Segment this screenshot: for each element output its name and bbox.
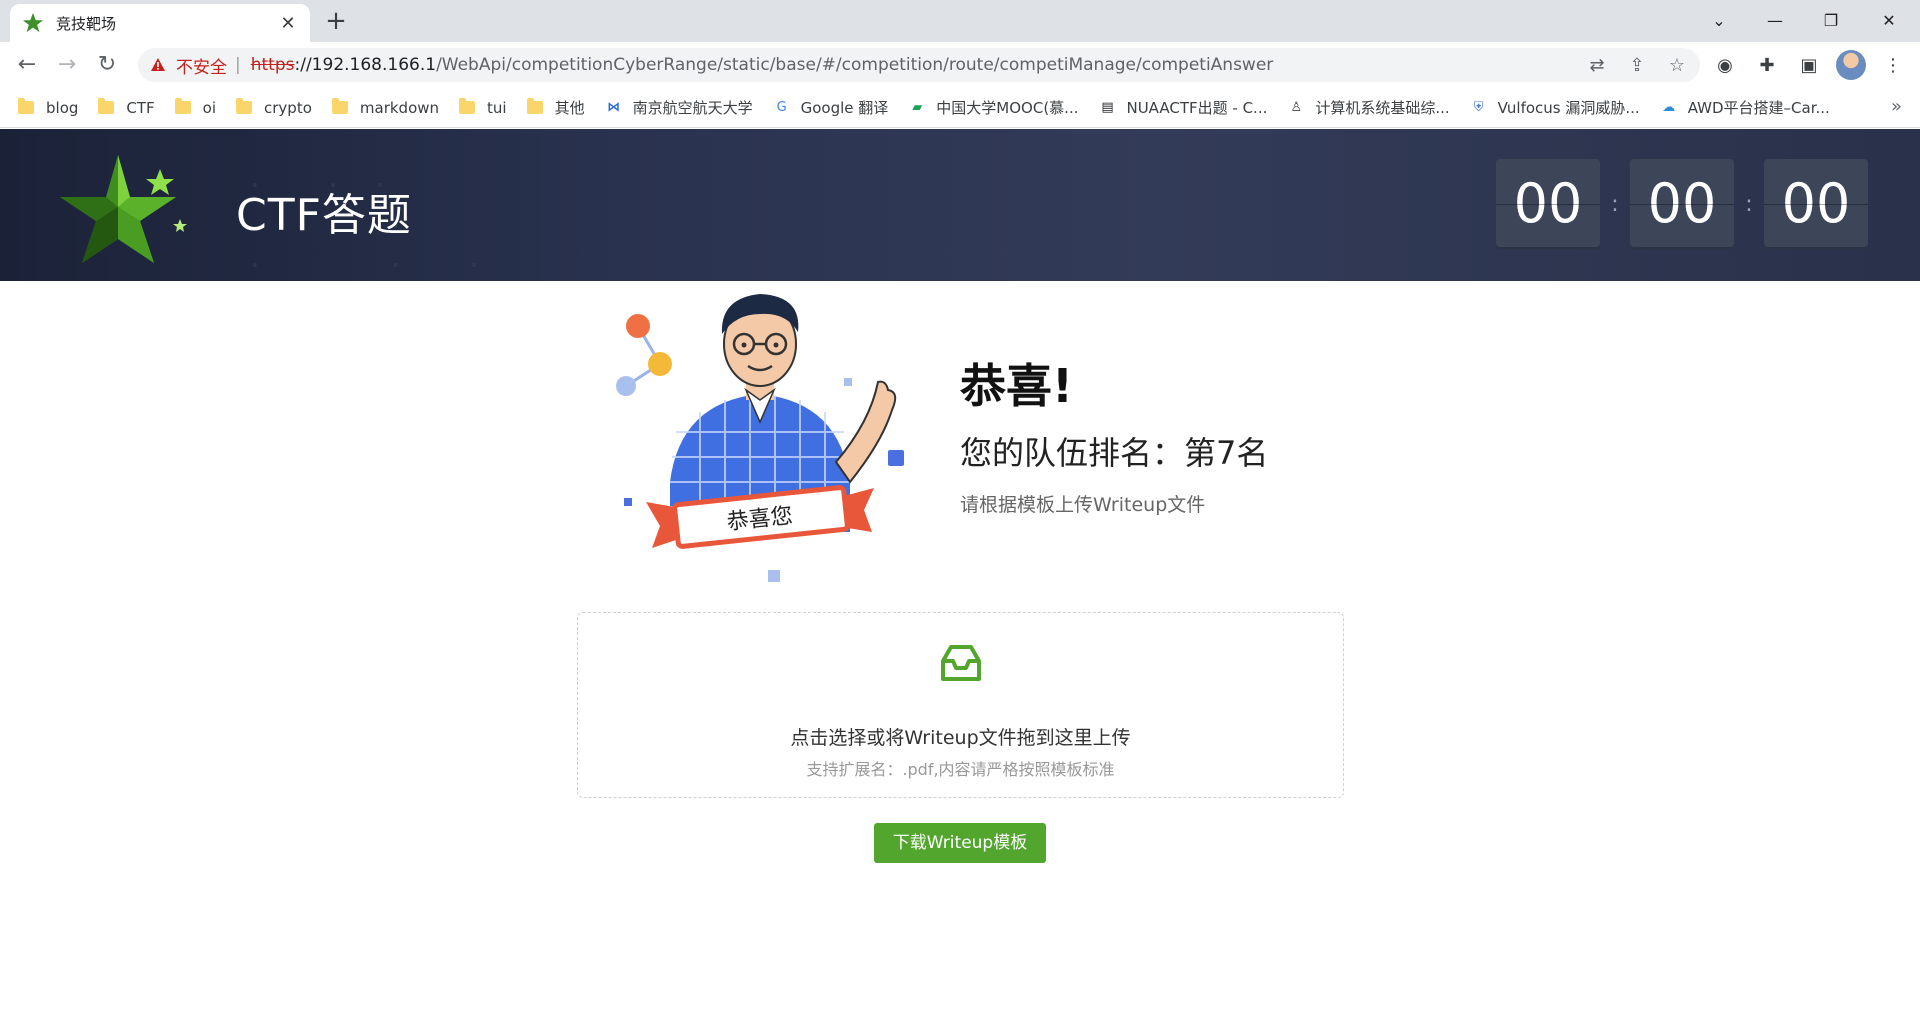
shield-icon: ⛨ bbox=[1473, 100, 1484, 115]
bookmarks-overflow-icon[interactable]: » bbox=[1891, 96, 1902, 117]
restore-icon[interactable]: ❐ bbox=[1808, 6, 1854, 36]
folder-icon bbox=[236, 98, 253, 114]
bookmark-mooc[interactable]: ▰ 中国大学MOOC(慕... bbox=[908, 97, 1078, 118]
person-icon: ♙ bbox=[1290, 100, 1303, 115]
bookmark-tui[interactable]: tui bbox=[459, 98, 507, 117]
congrats-illustration: 恭喜您 bbox=[616, 294, 904, 582]
reload-icon[interactable]: ↻ bbox=[92, 50, 122, 80]
star-favicon-icon bbox=[22, 12, 44, 33]
upload-instruction: 点击选择或将Writeup文件拖到这里上传 bbox=[790, 727, 1131, 749]
bookmark-nuaactf[interactable]: ▤ NUAACTF出题 - C... bbox=[1098, 97, 1267, 118]
address-bar[interactable]: 不安全 | https://192.168.166.1/WebApi/compe… bbox=[138, 48, 1700, 82]
folder-icon bbox=[18, 98, 34, 114]
bookmark-google-translate[interactable]: G Google 翻译 bbox=[773, 97, 889, 118]
new-tab-button[interactable]: + bbox=[322, 8, 350, 36]
menu-icon[interactable]: ⋮ bbox=[1878, 50, 1908, 80]
translate-icon: G bbox=[776, 100, 787, 115]
congrats-heading: 恭喜! bbox=[960, 359, 1073, 413]
mooc-icon: ▰ bbox=[912, 100, 923, 115]
folder-icon bbox=[98, 98, 115, 114]
back-icon[interactable]: ← bbox=[12, 50, 42, 80]
nuaa-icon: ⋈ bbox=[607, 100, 621, 115]
team-rank: 您的队伍排名：第7名 bbox=[960, 434, 1269, 472]
upload-extension-note: 支持扩展名：.pdf,内容请严格按照模板标准 bbox=[806, 760, 1115, 779]
star-logo-icon bbox=[60, 155, 187, 263]
folder-icon bbox=[526, 98, 543, 114]
cloud-icon: ☁ bbox=[1662, 100, 1676, 115]
translate-icon[interactable]: ⇄ bbox=[1584, 52, 1610, 78]
bookmarks-bar: blog CTF oi crypto markdown tui 其他 ⋈ 南京航空… bbox=[0, 88, 1920, 128]
minimize-icon[interactable]: — bbox=[1752, 6, 1798, 36]
page-title: CTF答题 bbox=[236, 190, 412, 241]
url-separator: | bbox=[235, 55, 241, 75]
bookmark-vulfocus[interactable]: ⛨ Vulfocus 漏洞威胁... bbox=[1470, 97, 1640, 118]
bookmark-other[interactable]: 其他 bbox=[526, 97, 585, 118]
browser-toolbar: ← → ↻ 不安全 | https://192.168.166.1/WebApi… bbox=[0, 42, 1920, 88]
close-tab-icon[interactable]: ✕ bbox=[278, 13, 298, 34]
timer-hours: 00 bbox=[1496, 159, 1600, 249]
profile-avatar[interactable] bbox=[1836, 50, 1866, 80]
document-icon: ▤ bbox=[1101, 100, 1114, 115]
url-path: /WebApi/competitionCyberRange/static/bas… bbox=[436, 55, 1274, 75]
security-label[interactable]: 不安全 bbox=[176, 53, 227, 78]
bookmark-star-icon[interactable]: ☆ bbox=[1664, 52, 1690, 78]
forward-icon[interactable]: → bbox=[52, 50, 82, 80]
folder-icon bbox=[331, 98, 348, 114]
timer-seconds: 00 bbox=[1764, 159, 1868, 249]
url-host: ://192.168.166.1 bbox=[294, 55, 437, 75]
folder-icon bbox=[174, 98, 191, 114]
inbox-icon bbox=[941, 645, 981, 681]
tab-strip: 竞技靶场 ✕ + ⌄ — ❐ ✕ bbox=[0, 0, 1920, 42]
timer-colon: : bbox=[1611, 191, 1619, 217]
side-panel-icon[interactable]: ▣ bbox=[1794, 50, 1824, 80]
tab-search-icon[interactable]: ⌄ bbox=[1696, 6, 1742, 36]
timer-minutes: 00 bbox=[1630, 159, 1734, 249]
bookmark-markdown[interactable]: markdown bbox=[331, 98, 439, 117]
page-header: . . . . . . . . CTF答题 00 : 00 : 00 bbox=[0, 129, 1920, 281]
extension-circle-icon[interactable]: ◉ bbox=[1710, 50, 1740, 80]
bookmark-crypto[interactable]: crypto bbox=[236, 98, 312, 117]
download-template-button[interactable]: 下载Writeup模板 bbox=[874, 823, 1046, 863]
url-scheme: https bbox=[250, 55, 295, 75]
close-window-icon[interactable]: ✕ bbox=[1866, 6, 1912, 36]
bookmark-oi[interactable]: oi bbox=[174, 98, 216, 117]
tab-title: 竞技靶场 bbox=[56, 14, 117, 33]
countdown-timer: 00 : 00 : 00 bbox=[1496, 159, 1868, 249]
bookmark-ctf[interactable]: CTF bbox=[98, 98, 155, 117]
upload-hint: 请根据模板上传Writeup文件 bbox=[960, 494, 1206, 516]
bookmark-awd[interactable]: ☁ AWD平台搭建–Car... bbox=[1660, 97, 1830, 118]
timer-colon: : bbox=[1745, 191, 1753, 217]
warning-icon bbox=[151, 58, 165, 71]
writeup-upload-dropzone[interactable]: 点击选择或将Writeup文件拖到这里上传 支持扩展名：.pdf,内容请严格按照… bbox=[577, 612, 1344, 798]
bookmark-computer-system[interactable]: ♙ 计算机系统基础综... bbox=[1287, 97, 1450, 118]
share-icon[interactable]: ⇪ bbox=[1624, 52, 1650, 78]
browser-tab[interactable]: 竞技靶场 ✕ bbox=[10, 4, 310, 42]
extensions-puzzle-icon[interactable]: ✚ bbox=[1752, 50, 1782, 80]
url-text[interactable]: https://192.168.166.1/WebApi/competition… bbox=[251, 55, 1274, 75]
bookmark-blog[interactable]: blog bbox=[18, 98, 78, 117]
bookmark-nuaa[interactable]: ⋈ 南京航空航天大学 bbox=[605, 97, 753, 118]
folder-icon bbox=[459, 98, 476, 114]
